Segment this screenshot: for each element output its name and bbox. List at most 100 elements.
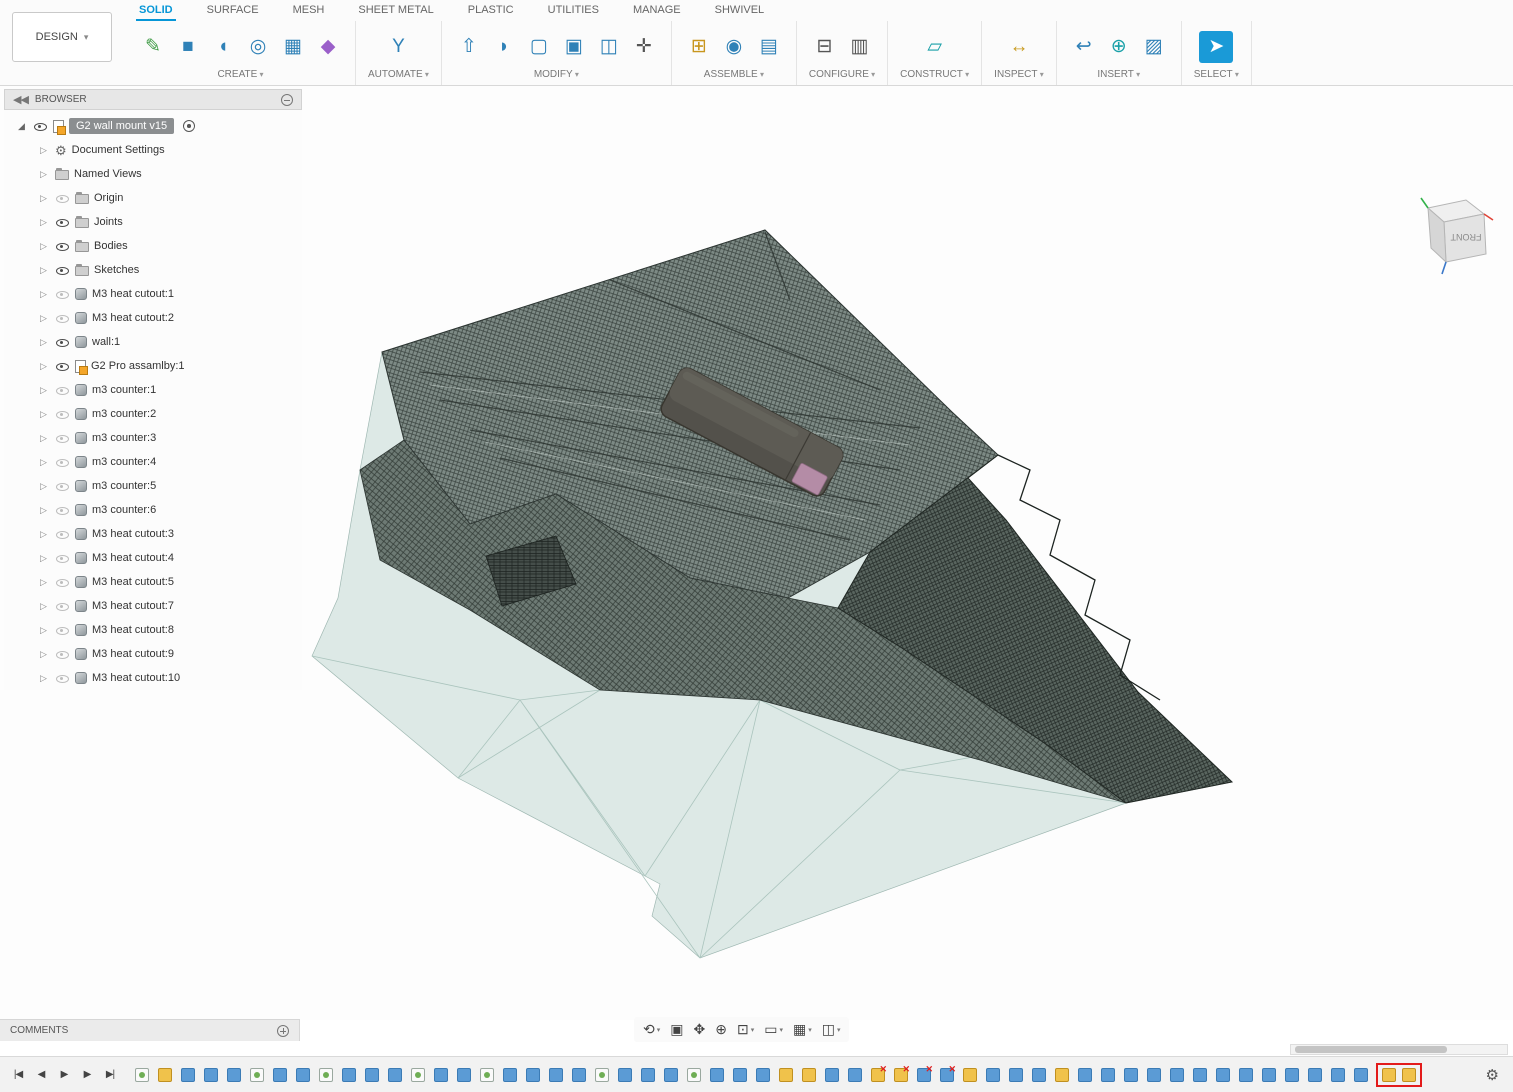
timeline-feature-extrude-icon[interactable] [572,1068,586,1082]
tree-item-m3-heat-cutout-10[interactable]: ▷M3 heat cutout:10 [4,666,302,690]
visibility-eye-icon[interactable] [33,119,48,134]
new-component-icon[interactable]: ⊞ [684,31,714,63]
timeline-feature-component-icon[interactable] [963,1068,977,1082]
expand-arrow-icon[interactable]: ▷ [40,625,50,636]
tree-item-m3-heat-cutout-3[interactable]: ▷M3 heat cutout:3 [4,522,302,546]
timeline-feature-extrude-icon[interactable] [503,1068,517,1082]
timeline-feature-extrude-icon[interactable] [1193,1068,1207,1082]
tree-item-origin[interactable]: ▷Origin [4,186,302,210]
timeline-feature-extrude-icon[interactable] [1285,1068,1299,1082]
expand-arrow-icon[interactable]: ▷ [40,385,50,396]
timeline-feature-extrude-icon[interactable] [940,1068,954,1082]
timeline-feature-extrude-icon[interactable] [181,1068,195,1082]
expand-arrow-icon[interactable]: ▷ [40,145,50,156]
fillet-icon[interactable]: ◗ [489,31,519,63]
timeline-feature-extrude-icon[interactable] [618,1068,632,1082]
browser-root-row[interactable]: ◢ G2 wall mount v15 [4,114,302,138]
expand-arrow-icon[interactable]: ▷ [40,529,50,540]
timeline-feature-component-icon[interactable] [158,1068,172,1082]
expand-arrow-icon[interactable]: ▷ [40,217,50,228]
visibility-eye-icon[interactable] [55,647,70,662]
pattern-icon[interactable]: ▦ [278,31,308,63]
group-label-insert[interactable]: INSERT [1097,69,1140,81]
visibility-eye-icon[interactable] [55,215,70,230]
visibility-eye-icon[interactable] [55,671,70,686]
visibility-eye-icon[interactable] [55,575,70,590]
split-icon[interactable]: ◫ [594,31,624,63]
expand-arrow-icon[interactable]: ▷ [40,577,50,588]
expand-arrow-icon[interactable]: ▷ [40,601,50,612]
expand-arrow-icon[interactable]: ▷ [40,409,50,420]
insert-mesh-icon[interactable]: ⊕ [1104,31,1134,63]
group-label-automate[interactable]: AUTOMATE [368,69,429,81]
timeline-feature-extrude-icon[interactable] [733,1068,747,1082]
root-document-label[interactable]: G2 wall mount v15 [69,118,174,134]
create-sketch-icon[interactable]: ✎ [138,31,168,63]
timeline-feature-extrude-icon[interactable] [1239,1068,1253,1082]
sweep-icon[interactable]: ◖ [208,31,238,63]
tree-item-bodies[interactable]: ▷Bodies [4,234,302,258]
expand-arrow-icon[interactable]: ▷ [40,457,50,468]
form-icon[interactable]: ◆ [313,31,343,63]
primitive-box-icon[interactable]: ■ [173,31,203,63]
visibility-eye-icon[interactable] [55,359,70,374]
config-table-icon[interactable]: ▥ [845,31,875,63]
tree-item-m3-counter-4[interactable]: ▷m3 counter:4 [4,450,302,474]
timeline-feature-extrude-icon[interactable] [917,1068,931,1082]
timeline-feature-extrude-icon[interactable] [1308,1068,1322,1082]
minimize-browser-icon[interactable] [281,94,293,106]
tree-item-document-settings[interactable]: ▷⚙Document Settings [4,138,302,162]
pan-icon[interactable]: ✥ [689,1019,709,1040]
tree-item-sketches[interactable]: ▷Sketches [4,258,302,282]
timeline-feature-extrude-icon[interactable] [227,1068,241,1082]
timeline-feature-extrude-icon[interactable] [986,1068,1000,1082]
tree-item-m3-counter-2[interactable]: ▷m3 counter:2 [4,402,302,426]
select-icon[interactable]: ➤ [1199,31,1233,63]
group-label-create[interactable]: CREATE [217,69,263,81]
visibility-eye-icon[interactable] [55,503,70,518]
timeline-feature-sketch-icon[interactable] [595,1068,609,1082]
collapse-browser-icon[interactable]: ◀◀ [13,93,28,106]
visibility-eye-icon[interactable] [55,431,70,446]
timeline-feature-extrude-icon[interactable] [1170,1068,1184,1082]
timeline-scrollbar[interactable] [1290,1044,1508,1055]
measure-icon[interactable]: ↔ [1004,31,1034,63]
viewports-icon[interactable]: ◫▾ [818,1019,845,1040]
press-pull-icon[interactable]: ⇧ [454,31,484,63]
timeline-feature-extrude-icon[interactable] [365,1068,379,1082]
expand-arrow-icon[interactable]: ▷ [40,337,50,348]
tab-utilities[interactable]: UTILITIES [545,0,602,21]
timeline-feature-component-icon[interactable] [871,1068,885,1082]
timeline-feature-extrude-icon[interactable] [526,1068,540,1082]
visibility-eye-icon[interactable] [55,455,70,470]
timeline-feature-extrude-icon[interactable] [664,1068,678,1082]
tree-item-m3-heat-cutout-8[interactable]: ▷M3 heat cutout:8 [4,618,302,642]
automate-icon[interactable]: Y [383,31,413,63]
timeline-feature-component-icon[interactable] [802,1068,816,1082]
tab-plastic[interactable]: PLASTIC [465,0,517,21]
timeline-feature-extrude-icon[interactable] [1354,1068,1368,1082]
design-workspace-dropdown[interactable]: DESIGN [12,12,112,62]
timeline-feature-extrude-icon[interactable] [1147,1068,1161,1082]
tree-item-joints[interactable]: ▷Joints [4,210,302,234]
move-icon[interactable]: ✛ [629,31,659,63]
construction-plane-icon[interactable]: ▱ [920,31,950,63]
shell-icon[interactable]: ▢ [524,31,554,63]
view-cube[interactable]: FRONT [1408,194,1498,286]
expand-arrow-icon[interactable]: ▷ [40,361,50,372]
tab-mesh[interactable]: MESH [290,0,328,21]
timeline-feature-extrude-icon[interactable] [1009,1068,1023,1082]
timeline-feature-component-icon[interactable] [1382,1068,1396,1082]
timeline-feature-extrude-icon[interactable] [1078,1068,1092,1082]
grid-icon[interactable]: ▦▾ [789,1019,816,1040]
expand-arrow-icon[interactable]: ▷ [40,265,50,276]
activate-component-icon[interactable] [183,120,195,132]
timeline-feature-sketch-icon[interactable] [250,1068,264,1082]
visibility-eye-icon[interactable] [55,191,70,206]
visibility-eye-icon[interactable] [55,407,70,422]
timeline-settings-gear-icon[interactable]: ⚙ [1486,1066,1499,1084]
timeline-feature-extrude-icon[interactable] [1331,1068,1345,1082]
group-label-select[interactable]: SELECT [1194,69,1239,81]
visibility-eye-icon[interactable] [55,239,70,254]
timeline-feature-extrude-icon[interactable] [273,1068,287,1082]
